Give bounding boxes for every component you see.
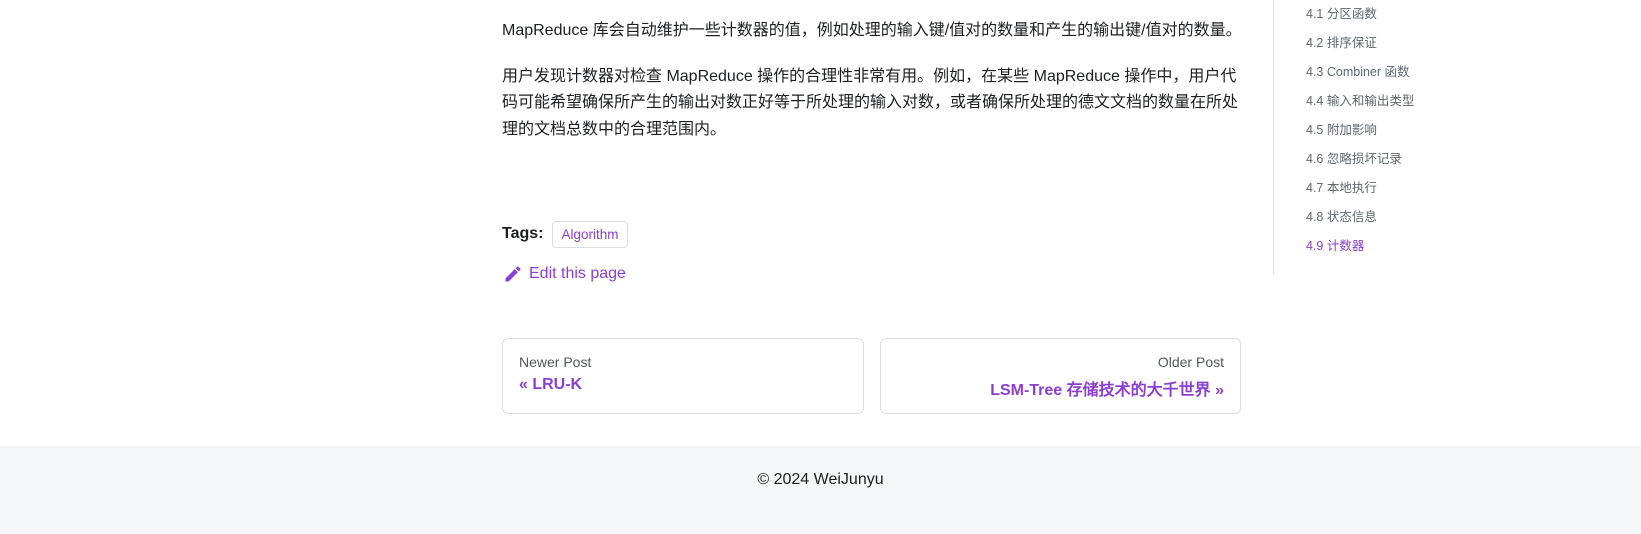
toc-item-active[interactable]: 4.9 计数器 (1306, 232, 1573, 261)
tags-row: Tags: Algorithm (502, 219, 628, 249)
older-post-title: LSM-Tree 存储技术的大千世界 » (990, 382, 1224, 399)
newer-post-card[interactable]: Newer Post « LRU-K (502, 338, 864, 414)
toc-item[interactable]: 4.7 本地执行 (1306, 174, 1573, 203)
article-paragraph: 用户发现计数器对检查 MapReduce 操作的合理性非常有用。例如，在某些 M… (502, 67, 1239, 138)
site-footer: © 2024 WeiJunyu (0, 446, 1641, 534)
pencil-icon (505, 266, 521, 282)
tags-label: Tags: (502, 225, 544, 242)
older-post-card[interactable]: Older Post LSM-Tree 存储技术的大千世界 » (879, 338, 1241, 414)
table-of-contents: 4.1 分区函数 4.2 排序保证 4.3 Combiner 函数 4.4 输入… (1273, 0, 1573, 274)
footer-copyright: © 2024 WeiJunyu (757, 471, 884, 488)
toc-item[interactable]: 4.1 分区函数 (1306, 0, 1573, 29)
article-paragraph: MapReduce 库会自动维护一些计数器的值，例如处理的输入键/值对的数量和产… (502, 22, 1242, 39)
edit-page-label: Edit this page (529, 265, 626, 282)
post-pagination: Newer Post « LRU-K Older Post LSM-Tree 存… (502, 338, 1241, 414)
newer-post-sublabel: Newer Post (519, 354, 592, 370)
toc-item[interactable]: 4.8 状态信息 (1306, 203, 1573, 232)
toc-item[interactable]: 4.5 附加影响 (1306, 116, 1573, 145)
doc-page: MapReduce 库会自动维护一些计数器的值，例如处理的输入键/值对的数量和产… (0, 0, 1641, 534)
tag-algorithm[interactable]: Algorithm (552, 220, 628, 248)
older-post-sublabel: Older Post (1157, 354, 1224, 370)
toc-item[interactable]: 4.6 忽略损坏记录 (1306, 145, 1573, 174)
toc-item[interactable]: 4.2 排序保证 (1306, 29, 1573, 58)
article-body: MapReduce 库会自动维护一些计数器的值，例如处理的输入键/值对的数量和产… (502, 18, 1242, 162)
newer-post-title: « LRU-K (519, 376, 583, 393)
toc-item[interactable]: 4.3 Combiner 函数 (1306, 58, 1573, 87)
edit-page-link[interactable]: Edit this page (503, 264, 626, 284)
toc-item[interactable]: 4.4 输入和输出类型 (1306, 87, 1573, 116)
